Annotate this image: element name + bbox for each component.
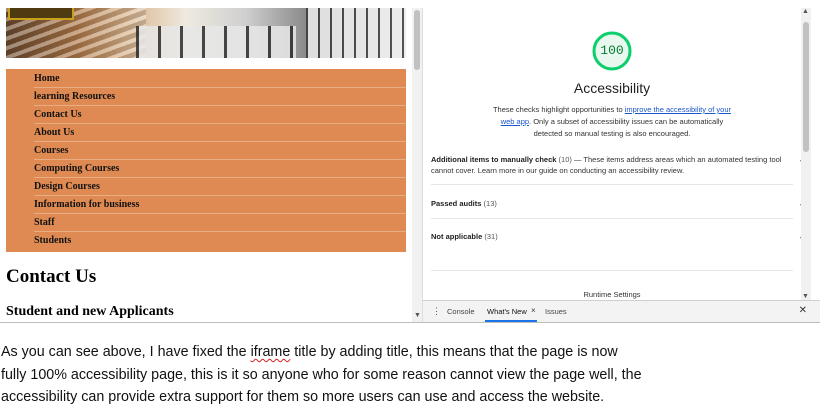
category-description-text: These checks highlight opportunities to — [492, 105, 625, 114]
divider — [431, 270, 793, 271]
not-applicable-title: Not applicable — [431, 232, 483, 241]
kebab-menu-icon[interactable]: ⋮ — [432, 306, 441, 317]
page-heading: Contact Us — [6, 266, 97, 287]
tab-whats-new[interactable]: What's New — [485, 307, 537, 322]
tab-issues[interactable]: Issues — [545, 307, 567, 316]
document-text: As you can see above, I have fixed the — [1, 344, 251, 360]
passed-audits-count: (13) — [483, 199, 497, 208]
devtools-scrollbar-thumb[interactable] — [803, 22, 809, 152]
lighthouse-report: 100 Accessibility These checks highlight… — [423, 8, 805, 300]
banner-windows-right — [306, 8, 406, 58]
website-scrollbar[interactable]: ▼ — [412, 8, 422, 322]
site-nav-menu: Home learning Resources Contact Us About… — [6, 69, 406, 252]
devtools-scrollbar[interactable]: ▲ ▼ — [801, 8, 811, 300]
nav-item-computing-courses[interactable]: Computing Courses — [34, 160, 406, 178]
audit-group-passed[interactable]: Passed audits (13) ⌄ — [431, 198, 805, 209]
category-description: These checks highlight opportunities to … — [487, 104, 737, 140]
conducting-review-link[interactable]: conducting an accessibility review — [570, 166, 682, 175]
document-line-3: accessibility can provide extra support … — [1, 389, 605, 405]
passed-audits-title: Passed audits — [431, 199, 482, 208]
banner-windows — [136, 26, 296, 58]
nav-item-about-us[interactable]: About Us — [34, 124, 406, 142]
document-line-2: fully 100% accessibility page, this is i… — [1, 366, 642, 383]
divider — [431, 218, 793, 219]
nav-item-staff[interactable]: Staff — [34, 214, 406, 232]
manual-check-description-end: . — [682, 166, 685, 175]
nav-item-information-business[interactable]: Information for business — [34, 196, 406, 214]
nav-item-students[interactable]: Students — [34, 232, 406, 249]
audit-group-not-applicable[interactable]: Not applicable (31) ⌄ — [431, 231, 805, 242]
nav-item-home[interactable]: Home — [34, 70, 406, 88]
runtime-settings-heading[interactable]: Runtime Settings — [423, 290, 801, 299]
accessibility-score-value: 100 — [600, 43, 624, 58]
screenshot-bottom-border — [0, 322, 820, 323]
divider — [431, 184, 793, 185]
close-tab-icon[interactable]: × — [531, 306, 536, 315]
nav-item-design-courses[interactable]: Design Courses — [34, 178, 406, 196]
tab-console[interactable]: Console — [447, 307, 475, 316]
document-text: title by adding title, this means that t… — [290, 344, 618, 360]
manual-check-count: (10) — [558, 155, 572, 164]
hero-banner-image — [6, 8, 406, 58]
category-description-text-end: . Only a subset of accessibility issues … — [529, 117, 724, 138]
document-line-1: As you can see above, I have fixed the i… — [1, 341, 801, 364]
manual-check-title: Additional items to manually check — [431, 155, 557, 164]
document-paragraph: As you can see above, I have fixed the i… — [1, 341, 801, 409]
nav-item-courses[interactable]: Courses — [34, 142, 406, 160]
website-scrollbar-thumb[interactable] — [414, 10, 420, 70]
devtools-drawer-tabbar: ⋮ Console What's New × Issues ✕ — [423, 300, 820, 322]
spellcheck-flagged-word[interactable]: iframe — [251, 344, 291, 360]
accessibility-score-gauge: 100 — [591, 30, 633, 72]
devtools-pane: 100 Accessibility These checks highlight… — [422, 8, 820, 322]
scroll-down-arrow-icon[interactable]: ▼ — [414, 312, 421, 320]
site-logo[interactable] — [8, 8, 74, 20]
scroll-up-arrow-icon[interactable]: ▲ — [802, 8, 809, 15]
website-preview: Home learning Resources Contact Us About… — [0, 8, 412, 322]
audit-group-manual[interactable]: Additional items to manually check (10) … — [431, 154, 805, 176]
close-drawer-icon[interactable]: ✕ — [799, 305, 807, 316]
page-subheading: Student and new Applicants — [6, 304, 174, 319]
nav-item-contact-us[interactable]: Contact Us — [34, 106, 406, 124]
category-title: Accessibility — [573, 80, 651, 96]
nav-item-learning-resources[interactable]: learning Resources — [34, 88, 406, 106]
scroll-down-arrow-icon[interactable]: ▼ — [802, 293, 809, 300]
not-applicable-count: (31) — [484, 232, 498, 241]
